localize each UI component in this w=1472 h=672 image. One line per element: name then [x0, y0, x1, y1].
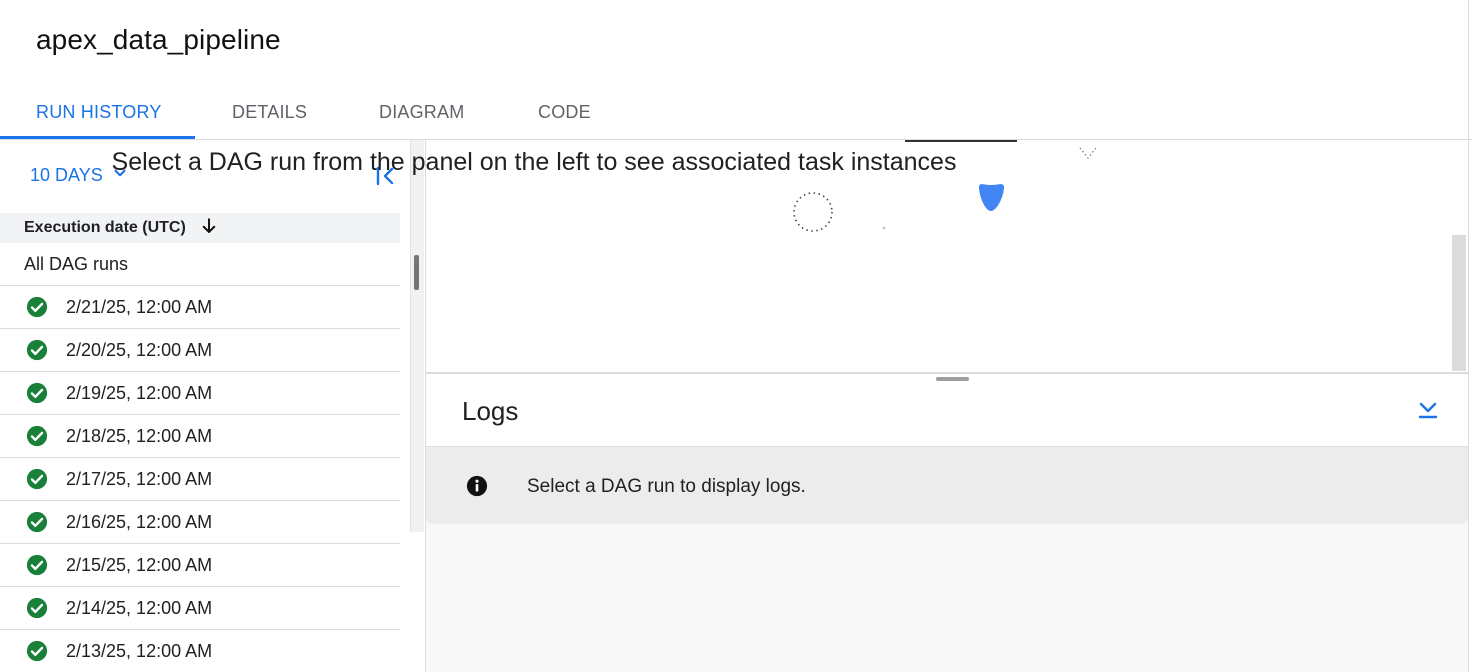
arrow-down-icon	[200, 217, 218, 240]
main-panel-scrollbar[interactable]	[1452, 235, 1466, 371]
dag-run-row[interactable]: 2/17/25, 12:00 AM	[0, 458, 400, 501]
run-date: 2/21/25, 12:00 AM	[66, 296, 213, 317]
dag-run-row[interactable]: 2/16/25, 12:00 AM	[0, 501, 400, 544]
run-date: 2/18/25, 12:00 AM	[66, 425, 213, 446]
empty-state-message: Select a DAG run from the panel on the l…	[111, 148, 957, 176]
run-date: 2/19/25, 12:00 AM	[66, 382, 213, 403]
run-date: 2/14/25, 12:00 AM	[66, 597, 213, 618]
page-title: apex_data_pipeline	[36, 24, 281, 55]
success-check-icon	[26, 339, 48, 361]
success-check-icon	[26, 296, 48, 318]
tab-details[interactable]: DETAILS	[232, 86, 307, 140]
run-list-scrollbar-thumb[interactable]	[414, 255, 419, 290]
all-dag-runs-item[interactable]: All DAG runs	[0, 243, 400, 286]
dag-run-row[interactable]: 2/18/25, 12:00 AM	[0, 415, 400, 458]
dotted-circle-shape	[793, 192, 833, 232]
tab-bar: RUN HISTORY DETAILS DIAGRAM CODE	[0, 86, 1472, 140]
dag-run-row[interactable]: 2/19/25, 12:00 AM	[0, 372, 400, 415]
run-date: 2/20/25, 12:00 AM	[66, 339, 213, 360]
tab-run-history[interactable]: RUN HISTORY	[36, 86, 162, 140]
blue-drop-shape	[979, 184, 1004, 211]
success-check-icon	[26, 554, 48, 576]
resize-handle[interactable]	[936, 377, 969, 381]
success-check-icon	[26, 468, 48, 490]
dag-run-row[interactable]: 2/13/25, 12:00 AM	[0, 630, 400, 672]
dotted-triangle-shape	[1079, 147, 1097, 160]
active-tab-indicator	[0, 136, 195, 139]
run-list-scrollbar[interactable]	[410, 140, 424, 532]
window-edge	[1468, 0, 1469, 672]
run-history-panel: 10 DAYS Execution date (UTC) All DAG run…	[0, 140, 426, 672]
info-icon	[466, 475, 488, 497]
dag-run-row[interactable]: 2/20/25, 12:00 AM	[0, 329, 400, 372]
dag-run-list: 2/21/25, 12:00 AM 2/20/25, 12:00 AM 2/19…	[0, 286, 400, 672]
success-check-icon	[26, 382, 48, 404]
run-date: 2/15/25, 12:00 AM	[66, 554, 213, 575]
dag-run-row[interactable]: 2/15/25, 12:00 AM	[0, 544, 400, 587]
run-date: 2/17/25, 12:00 AM	[66, 468, 213, 489]
logs-title: Logs	[462, 396, 519, 426]
success-check-icon	[26, 425, 48, 447]
dot-shape	[882, 226, 886, 230]
collapse-logs-icon[interactable]	[1416, 398, 1440, 422]
tab-code[interactable]: CODE	[538, 86, 591, 140]
logs-info-message: Select a DAG run to display logs.	[527, 476, 806, 497]
success-check-icon	[26, 640, 48, 662]
dag-run-row[interactable]: 2/21/25, 12:00 AM	[0, 286, 400, 329]
logs-divider	[426, 372, 1468, 374]
tab-diagram[interactable]: DIAGRAM	[379, 86, 464, 140]
run-date: 2/13/25, 12:00 AM	[66, 640, 213, 661]
success-check-icon	[26, 511, 48, 533]
column-header-label: Execution date (UTC)	[24, 219, 186, 236]
execution-date-column-header[interactable]: Execution date (UTC)	[0, 213, 400, 243]
dag-run-row[interactable]: 2/14/25, 12:00 AM	[0, 587, 400, 630]
run-date: 2/16/25, 12:00 AM	[66, 511, 213, 532]
success-check-icon	[26, 597, 48, 619]
